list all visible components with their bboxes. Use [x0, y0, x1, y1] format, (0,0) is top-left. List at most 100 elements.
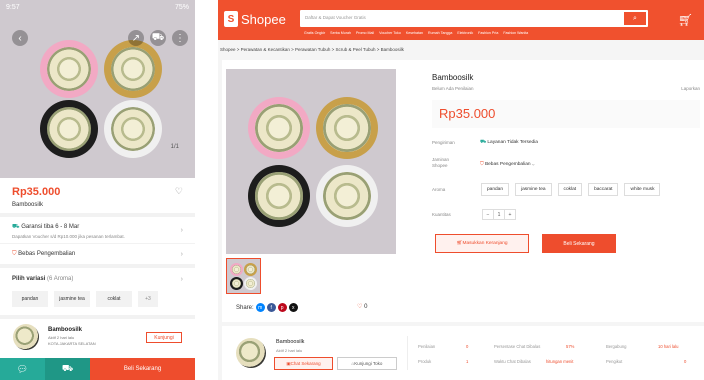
image-counter: 1/1: [170, 144, 179, 150]
guarantee-value[interactable]: ⛉ Bebas Pengembalian ⌄: [480, 161, 534, 167]
aroma-option[interactable]: pandan: [481, 183, 510, 196]
visit-shop-button[interactable]: ⌂ Kunjungi Toko: [337, 357, 397, 370]
thumb-tin: [244, 263, 257, 276]
chevron-right-icon: ›: [180, 276, 183, 283]
variant-chip[interactable]: pandan: [12, 291, 48, 307]
product-thumbnail[interactable]: [226, 258, 261, 294]
stat-ratings: Penilaian 0: [418, 344, 468, 349]
logo-text: Shopee: [241, 11, 286, 27]
variant-label: Pilih variasi: [12, 276, 46, 282]
breadcrumb[interactable]: Shopee > Perawatan & Kecantikan > Perawa…: [220, 47, 404, 52]
twitter-icon[interactable]: x: [288, 303, 298, 312]
report-link[interactable]: Laporkan: [681, 86, 700, 91]
product-title: Bamboosilk: [12, 202, 44, 208]
heart-icon: ♡: [357, 304, 363, 310]
divider: [0, 264, 195, 268]
increase-button[interactable]: +: [504, 209, 516, 220]
guarantee-label-line: Shopee: [432, 163, 448, 168]
status-time: 9:57: [6, 4, 20, 11]
chat-now-button[interactable]: ▣ Chat Sekarang: [274, 357, 333, 370]
add-to-cart-button[interactable]: ⛟: [45, 358, 90, 380]
stat-value: 0: [466, 344, 469, 349]
stat-value: 10 hari lalu: [658, 344, 679, 349]
share-row: Share: m f p x: [236, 303, 298, 312]
aroma-option[interactable]: coklat: [557, 183, 583, 196]
stat-label: Bergabung: [606, 344, 627, 349]
search-button[interactable]: ⌕: [624, 12, 646, 25]
free-return-row[interactable]: ⛉ Bebas Pengembalian: [12, 251, 185, 258]
price-box: Rp35.000: [432, 100, 700, 128]
search-suggestions: Gratis Ongkir Serba Murah Promo Mall Vou…: [304, 31, 528, 35]
thumb-tin: [230, 263, 243, 276]
guarantee-title: Garansi tiba 6 - 8 Mar: [21, 224, 80, 230]
messenger-icon[interactable]: m: [255, 303, 265, 312]
aroma-option[interactable]: jasmine tea: [515, 183, 552, 196]
cart-icon[interactable]: 🛒︎: [678, 13, 693, 27]
desktop-product-view: S Shopee Daftar & Dapat Voucher Gratis ⌕…: [218, 0, 704, 380]
tin-black: [40, 100, 98, 158]
search-bar[interactable]: Daftar & Dapat Voucher Gratis ⌕: [300, 10, 648, 27]
like-button[interactable]: ♡ 0: [357, 303, 367, 310]
product-main-image[interactable]: [226, 69, 396, 254]
add-to-cart-label: Masukkan Keranjang: [462, 241, 508, 246]
shop-section: Bamboosilk Aktif 2 hari lalu KOTA JAKART…: [0, 318, 195, 358]
search-input[interactable]: Daftar & Dapat Voucher Gratis: [305, 15, 366, 20]
more-button[interactable]: ⋮: [172, 30, 188, 46]
tin-white: [316, 165, 378, 227]
product-name: Bamboosilk: [432, 73, 474, 82]
suggestion-link[interactable]: Serba Murah: [330, 31, 351, 35]
shop-section: Bamboosilk Aktif 2 hari lalu ▣ Chat Seka…: [222, 326, 704, 380]
stat-label: Pengikut: [606, 359, 623, 364]
mobile-product-view: 9:57 75% ‹ ↗ ⛟ ⋮ 1/1 Rp35.000 ♡ Bamboosi…: [0, 0, 195, 380]
share-button[interactable]: ↗: [128, 30, 144, 46]
aroma-option[interactable]: white musk: [624, 183, 661, 196]
back-button[interactable]: ‹: [12, 30, 28, 46]
stat-label: Produk: [418, 359, 432, 364]
suggestion-link[interactable]: Fashion Wanita: [503, 31, 528, 35]
suggestion-link[interactable]: Elektronik: [457, 31, 473, 35]
suggestion-link[interactable]: Promo Mall: [356, 31, 374, 35]
visit-shop-button[interactable]: Kunjungi: [146, 332, 182, 343]
bottom-action-bar: 💬︎ ⛟ Beli Sekarang: [0, 358, 195, 380]
guarantee-row[interactable]: ⛟ Garansi tiba 6 - 8 Mar Dapatkan Vouche…: [12, 223, 185, 239]
suggestion-link[interactable]: Gratis Ongkir: [304, 31, 325, 35]
variant-chip[interactable]: coklat: [96, 291, 132, 307]
rating-status: Belum Ada Penilaian: [432, 86, 474, 91]
shopee-bag-icon: S: [224, 11, 238, 27]
suggestion-link[interactable]: Voucher Toko: [379, 31, 401, 35]
shop-name: Bamboosilk: [276, 339, 305, 345]
stat-label: Persentase Chat Dibalas: [494, 344, 541, 349]
chat-button[interactable]: 💬︎: [0, 358, 45, 380]
add-to-cart-button[interactable]: 🛒︎ Masukkan Keranjang: [435, 234, 529, 253]
heart-icon[interactable]: ♡: [175, 186, 183, 197]
search-icon: ⌕: [633, 14, 637, 22]
buy-now-button[interactable]: Beli Sekarang: [542, 234, 616, 253]
suggestion-link[interactable]: Fashion Pria: [478, 31, 498, 35]
cart-button[interactable]: ⛟: [150, 30, 166, 46]
shop-avatar[interactable]: [13, 324, 39, 350]
facebook-icon[interactable]: f: [266, 303, 276, 312]
pinterest-icon[interactable]: p: [277, 303, 287, 312]
guarantee-sub: Dapatkan Voucher s/d Rp10.000 jika pesan…: [12, 234, 125, 239]
suggestion-link[interactable]: Kesehatan: [406, 31, 423, 35]
visit-label: Kunjungi Toko: [354, 361, 383, 366]
share-label: Share:: [236, 304, 254, 311]
tin-white: [104, 100, 162, 158]
variant-chip[interactable]: jasmine tea: [54, 291, 90, 307]
tin-pink: [40, 40, 98, 98]
variant-chips: pandan jasmine tea coklat +3: [12, 291, 158, 307]
header: S Shopee Daftar & Dapat Voucher Gratis ⌕…: [218, 0, 704, 40]
variant-more[interactable]: +3: [138, 291, 158, 307]
product-image[interactable]: 9:57 75% ‹ ↗ ⛟ ⋮ 1/1: [0, 0, 195, 178]
shopee-logo[interactable]: S Shopee: [224, 11, 286, 27]
variant-row[interactable]: Pilih variasi (6 Aroma): [12, 276, 185, 282]
suggestion-link[interactable]: Rumah Tangga: [428, 31, 452, 35]
aroma-option[interactable]: baccarat: [588, 183, 619, 196]
product-price: Rp35.000: [12, 186, 61, 198]
buy-now-button[interactable]: Beli Sekarang: [90, 358, 195, 380]
thumb-tin: [230, 277, 243, 290]
variant-count: (6 Aroma): [47, 276, 74, 282]
aroma-options: pandan jasmine tea coklat baccarat white…: [481, 183, 661, 196]
chevron-down-icon: ⌄: [531, 162, 535, 167]
shop-avatar[interactable]: [236, 338, 266, 368]
